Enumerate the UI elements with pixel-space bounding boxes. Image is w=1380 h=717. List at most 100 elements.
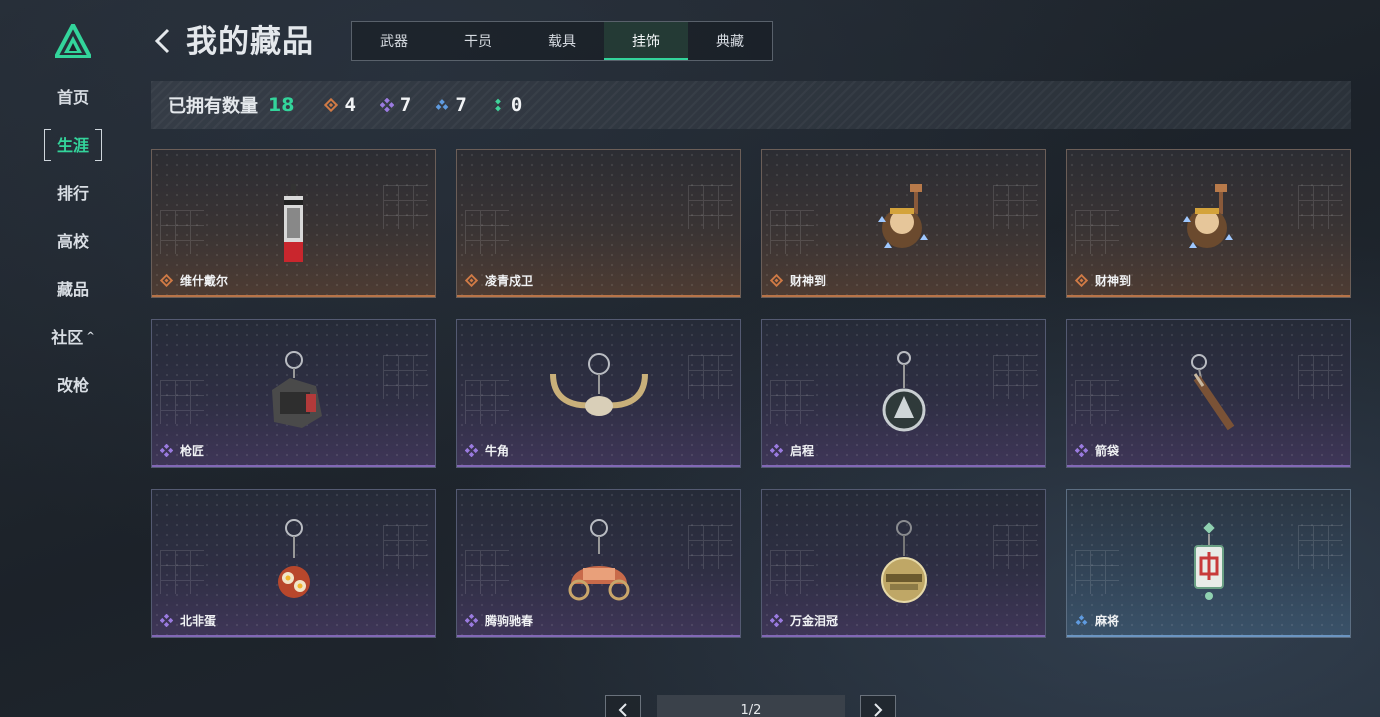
charm-name: 万金泪冠 (770, 612, 838, 629)
orange-rarity-icon (465, 274, 478, 287)
purple-rarity-icon (160, 614, 173, 627)
charm-name: 枪匠 (160, 442, 204, 459)
orange-rarity-icon (770, 274, 783, 287)
charm-name-label: 麻将 (1095, 614, 1120, 628)
orange-rarity-icon (324, 98, 339, 112)
app-root: 首页 生涯 排行 高校 藏品 社区 ^ 改枪 我的藏品 武器 干员 载具 挂饰 典… (0, 0, 1380, 717)
sidebar-item-community[interactable]: 社区 ^ (44, 321, 102, 351)
charm-name-label: 启程 (790, 444, 815, 458)
rarity-count-value: 4 (344, 94, 356, 116)
charm-name-label: 维什戴尔 (180, 274, 229, 288)
charm-card[interactable]: 凌青戍卫 (456, 149, 741, 298)
sidebar-item-university[interactable]: 高校 (44, 225, 102, 255)
charm-shakshuka-image (278, 519, 310, 598)
charm-name-label: 北非蛋 (180, 614, 217, 628)
blue-rarity-icon (436, 99, 449, 110)
rarity-count-value: 7 (455, 94, 467, 116)
chevron-left-icon (618, 703, 627, 717)
charm-name-label: 腾驹驰春 (485, 614, 534, 628)
rarity-count-purple: 7 (379, 94, 412, 116)
category-tabs: 武器 干员 载具 挂饰 典藏 (351, 21, 773, 61)
charm-name-label: 财神到 (1095, 274, 1132, 288)
charm-quiver-image (1191, 354, 1235, 431)
purple-rarity-icon (379, 98, 394, 112)
charm-card[interactable]: 腾驹驰春 (456, 489, 741, 638)
page-indicator: 1/2 (657, 695, 845, 717)
charm-name: 启程 (770, 442, 814, 459)
charm-name-label: 财神到 (790, 274, 827, 288)
sidebar-item-gunsmith[interactable]: 改枪 (44, 369, 102, 399)
sidebar-item-label: 高校 (56, 232, 89, 251)
charm-card[interactable]: 麻将 (1066, 489, 1351, 638)
charm-golden-crown-image (881, 520, 927, 603)
purple-rarity-icon (770, 614, 783, 627)
charm-name-label: 箭袋 (1095, 444, 1120, 458)
charm-card[interactable]: 枪匠 (151, 319, 436, 468)
charm-god-of-wealth-image (1183, 184, 1233, 248)
charm-name-label: 牛角 (485, 444, 510, 458)
charm-carriage-image (568, 519, 630, 601)
charm-name: 麻将 (1075, 612, 1119, 629)
tab-operators[interactable]: 干员 (436, 22, 520, 60)
sidebar-item-label: 首页 (56, 88, 89, 107)
sidebar-item-career[interactable]: 生涯 (44, 129, 102, 161)
rarity-count-value: 7 (399, 94, 412, 116)
sidebar-item-label: 改枪 (56, 376, 89, 395)
tab-weapons[interactable]: 武器 (352, 22, 436, 60)
chevron-right-icon (874, 703, 883, 717)
charm-card[interactable]: 箭袋 (1066, 319, 1351, 468)
logo-icon[interactable] (55, 24, 91, 58)
charm-name-label: 枪匠 (180, 444, 205, 458)
charm-horns-image (550, 353, 648, 416)
charm-god-of-wealth-image (878, 184, 928, 248)
sidebar-item-label: 藏品 (56, 280, 89, 299)
charm-card[interactable]: 财神到 (1066, 149, 1351, 298)
sidebar-item-home[interactable]: 首页 (44, 81, 102, 111)
prev-page-button[interactable] (605, 695, 641, 717)
purple-rarity-icon (465, 444, 478, 457)
sidebar-item-collection[interactable]: 藏品 (44, 273, 102, 303)
owned-count-total: 18 (268, 94, 295, 116)
sidebar-item-label: 社区 (51, 328, 84, 347)
tab-collector[interactable]: 典藏 (688, 22, 772, 60)
orange-rarity-icon (1075, 274, 1088, 287)
charm-mahjong-image (1194, 522, 1224, 600)
sidebar-item-ranking[interactable]: 排行 (44, 177, 102, 207)
charm-card[interactable]: 牛角 (456, 319, 741, 468)
sidebar-item-label: 生涯 (56, 136, 89, 155)
charm-name-label: 万金泪冠 (790, 614, 839, 628)
orange-rarity-icon (160, 274, 173, 287)
sidebar: 首页 生涯 排行 高校 藏品 社区 ^ 改枪 (0, 0, 146, 717)
charm-card[interactable]: 维什戴尔 (151, 149, 436, 298)
owned-count-label: 已拥有数量 (168, 96, 258, 117)
charm-card[interactable]: 北非蛋 (151, 489, 436, 638)
purple-rarity-icon (770, 444, 783, 457)
page-title: 我的藏品 (186, 24, 314, 60)
charm-card[interactable]: 财神到 (761, 149, 1046, 298)
charm-name: 箭袋 (1075, 442, 1119, 459)
charm-name: 凌青戍卫 (465, 272, 533, 289)
tab-charms[interactable]: 挂饰 (604, 22, 688, 60)
charm-name: 北非蛋 (160, 612, 216, 629)
charm-name: 维什戴尔 (160, 272, 228, 289)
charm-name: 牛角 (465, 442, 509, 459)
charm-wisadel-image (284, 184, 303, 262)
charm-card[interactable]: 万金泪冠 (761, 489, 1046, 638)
charm-departure-image (882, 351, 926, 432)
charm-card[interactable]: 启程 (761, 319, 1046, 468)
rarity-count-orange: 4 (324, 94, 356, 116)
back-arrow-icon[interactable] (152, 26, 174, 56)
rarity-count-green: 0 (491, 94, 522, 116)
charm-name: 腾驹驰春 (465, 612, 533, 629)
charm-gunsmith-image (272, 351, 322, 428)
chevron-up-icon: ^ (86, 330, 95, 342)
charm-name: 财神到 (1075, 272, 1131, 289)
green-rarity-icon (494, 98, 501, 112)
tab-vehicles[interactable]: 载具 (520, 22, 604, 60)
charm-name: 财神到 (770, 272, 826, 289)
next-page-button[interactable] (860, 695, 896, 717)
purple-rarity-icon (160, 444, 173, 457)
charm-name-label: 凌青戍卫 (485, 274, 534, 288)
purple-rarity-icon (1075, 444, 1088, 457)
purple-rarity-icon (465, 614, 478, 627)
